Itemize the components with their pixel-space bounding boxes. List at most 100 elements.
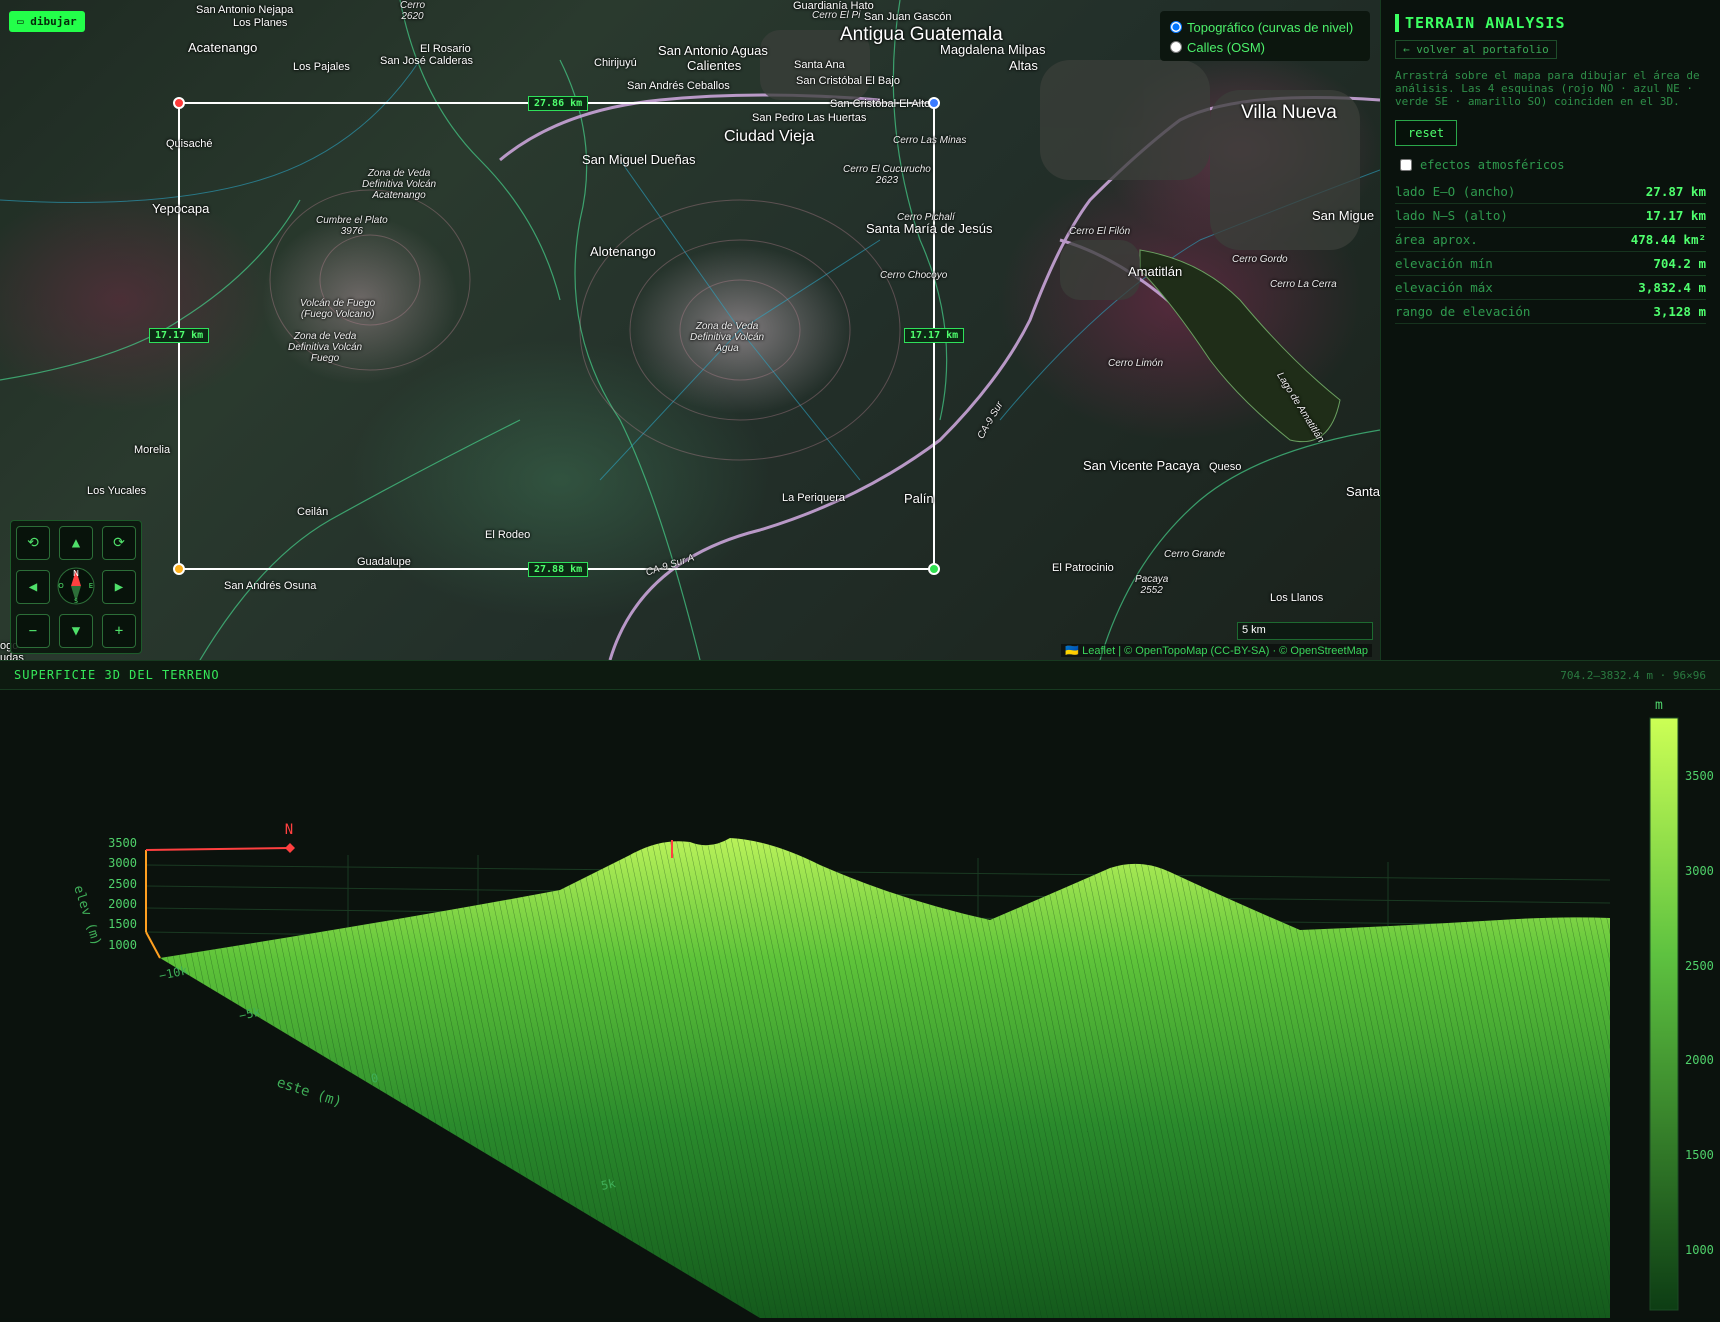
stat-label: elevación mín	[1395, 256, 1493, 271]
peak-cerro-limon: Cerro Limón	[1108, 358, 1164, 369]
layer-radio-osm[interactable]	[1170, 41, 1182, 53]
colorbar-tick: 3000	[1685, 864, 1714, 878]
colorbar-tick: 3500	[1685, 769, 1714, 783]
place-san-juan-gascon: San Juan Gascón	[864, 11, 952, 23]
z-tick: 1500	[108, 917, 137, 931]
place-morelia: Morelia	[134, 444, 171, 456]
stat-row: elevación máx 3,832.4 m	[1395, 276, 1706, 300]
rotate-right-button[interactable]: ⟳	[102, 526, 136, 560]
place-san-antonio-nejapa: San Antonio Nejapa	[196, 4, 294, 16]
place-el-patrocinio: El Patrocinio	[1052, 562, 1114, 574]
peak-cerro-2620: Cerro 2620	[400, 0, 426, 22]
peak-cerro-las-minas: Cerro Las Minas	[893, 135, 967, 146]
compass-icon[interactable]: N S E O	[56, 566, 96, 606]
stat-value: 704.2 m	[1653, 256, 1706, 271]
panel-title: TERRAIN ANALYSIS	[1395, 14, 1706, 32]
rotate-left-button[interactable]: ⟲	[16, 526, 50, 560]
layer-radio-topo[interactable]	[1170, 21, 1182, 33]
zone-veda-fuego: Zona de Veda Definitiva Volcán Fuego	[288, 331, 363, 364]
place-los-llanos: Los Llanos	[1270, 592, 1324, 604]
colorbar-tick: 2500	[1685, 959, 1714, 973]
place-san-miguel-duenas: San Miguel Dueñas	[582, 152, 696, 167]
colorbar-tick: 1000	[1685, 1243, 1714, 1257]
navigation-control: ⟲ ▲ ⟳ ◀ ▶ − ▼ + N S E O	[10, 520, 142, 654]
stat-label: elevación máx	[1395, 280, 1493, 295]
place-san-antonio-aguas: San Antonio Aguas	[658, 43, 768, 58]
place-guadalupe: Guadalupe	[357, 556, 411, 568]
place-altas: Altas	[1009, 58, 1038, 73]
layer-label-osm: Calles (OSM)	[1187, 39, 1266, 55]
place-el-rosario: El Rosario	[420, 43, 471, 55]
z-axis	[145, 931, 161, 959]
north-axis-marker	[285, 843, 295, 853]
colorbar-tick: 2000	[1685, 1053, 1714, 1067]
atmospheric-toggle[interactable]: efectos atmosféricos	[1395, 158, 1706, 172]
atmospheric-checkbox[interactable]	[1400, 159, 1412, 171]
width-bottom-label: 27.88 km	[528, 562, 589, 577]
stat-row: lado E–O (ancho) 27.87 km	[1395, 180, 1706, 204]
place-la-periquera: La Periquera	[782, 492, 845, 504]
layer-option-osm[interactable]: Calles (OSM)	[1170, 37, 1360, 57]
place-san-andres-ceballos: San Andrés Ceballos	[627, 80, 730, 92]
peak-pacaya: Pacaya 2552	[1135, 574, 1169, 596]
pan-left-button[interactable]: ◀	[16, 570, 50, 604]
stat-label: rango de elevación	[1395, 304, 1531, 319]
zoom-in-button[interactable]: +	[102, 614, 136, 648]
layer-label-topo: Topográfico (curvas de nivel)	[1187, 19, 1354, 35]
north-label: N	[285, 822, 293, 838]
back-to-portfolio-link[interactable]: ← volver al portafolio	[1395, 40, 1557, 59]
scale-label: 5 km	[1242, 624, 1266, 636]
peak-cerro-filon: Cerro El Filón	[1069, 226, 1131, 237]
z-tick: 1000	[108, 938, 137, 952]
draw-button[interactable]: ▭ dibujar	[9, 11, 85, 32]
height-left-label: 17.17 km	[149, 328, 210, 343]
place-amatitlan: Amatitlán	[1128, 264, 1183, 279]
zone-veda-agua: Zona de Veda Definitiva Volcán Agua	[690, 321, 765, 354]
pan-down-button[interactable]: ▼	[59, 614, 93, 648]
place-palin: Palín	[904, 491, 934, 506]
corner-sw-handle[interactable]	[173, 563, 185, 575]
height-right-label: 17.17 km	[904, 328, 965, 343]
place-chirijuyu: Chirijuyú	[594, 57, 637, 69]
place-calientes: Calientes	[687, 58, 742, 73]
place-ceilan: Ceilán	[297, 506, 329, 518]
map-attribution[interactable]: 🇺🇦 Leaflet | © OpenTopoMap (CC-BY-SA) · …	[1061, 644, 1372, 657]
x-tick: −10k	[158, 963, 190, 983]
terrain-map[interactable]: Antigua Guatemala Villa Nueva Ciudad Vie…	[0, 0, 1380, 660]
surface-meta: 704.2–3832.4 m · 96×96	[1560, 669, 1706, 682]
place-san-vicente-pacaya: San Vicente Pacaya	[1083, 458, 1200, 473]
surface-3d-canvas[interactable]: N 1000 1500 2000 2500 3000 3500 elev (m)…	[0, 690, 1720, 1318]
corner-ne-handle[interactable]	[928, 97, 940, 109]
pan-up-button[interactable]: ▲	[59, 526, 93, 560]
surface-3d-view[interactable]: N 1000 1500 2000 2500 3000 3500 elev (m)…	[0, 690, 1720, 1318]
zoom-out-button[interactable]: −	[16, 614, 50, 648]
place-acatenango: Acatenango	[188, 40, 258, 55]
pan-right-button[interactable]: ▶	[102, 570, 136, 604]
stat-label: área aprox.	[1395, 232, 1478, 247]
compass-w: O	[58, 582, 64, 590]
stats-list: lado E–O (ancho) 27.87 km lado N–S (alto)…	[1395, 180, 1706, 324]
instructions-text: Arrastrá sobre el mapa para dibujar el á…	[1395, 69, 1700, 108]
corner-nw-handle[interactable]	[173, 97, 185, 109]
stat-value: 27.87 km	[1645, 184, 1706, 199]
stat-row: área aprox. 478.44 km²	[1395, 228, 1706, 252]
atmospheric-label: efectos atmosféricos	[1420, 158, 1565, 172]
zone-veda-acatenango: Zona de Veda Definitiva Volcán Acatenang…	[362, 168, 437, 201]
peak-cerro-el-pi: Cerro El Pi	[812, 10, 861, 21]
north-axis-line	[145, 847, 291, 851]
place-santa-maria-jesus: Santa María de Jesús	[866, 221, 993, 236]
width-top-label: 27.86 km	[528, 96, 589, 111]
colorbar-unit: m	[1655, 698, 1663, 713]
stat-label: lado E–O (ancho)	[1395, 184, 1516, 199]
place-quisache: Quisaché	[166, 138, 213, 150]
place-villa-nueva: Villa Nueva	[1241, 102, 1337, 123]
layer-option-topo[interactable]: Topográfico (curvas de nivel)	[1170, 17, 1360, 37]
peak-cerro-pichali: Cerro Pichalí	[897, 212, 955, 223]
place-san-jose-calderas: San José Calderas	[380, 55, 473, 67]
corner-se-handle[interactable]	[928, 563, 940, 575]
place-alotenango: Alotenango	[590, 244, 656, 259]
reset-button[interactable]: reset	[1395, 120, 1458, 146]
stat-row: lado N–S (alto) 17.17 km	[1395, 204, 1706, 228]
z-tick: 3000	[108, 856, 137, 870]
side-panel: TERRAIN ANALYSIS ← volver al portafolio …	[1380, 0, 1720, 660]
